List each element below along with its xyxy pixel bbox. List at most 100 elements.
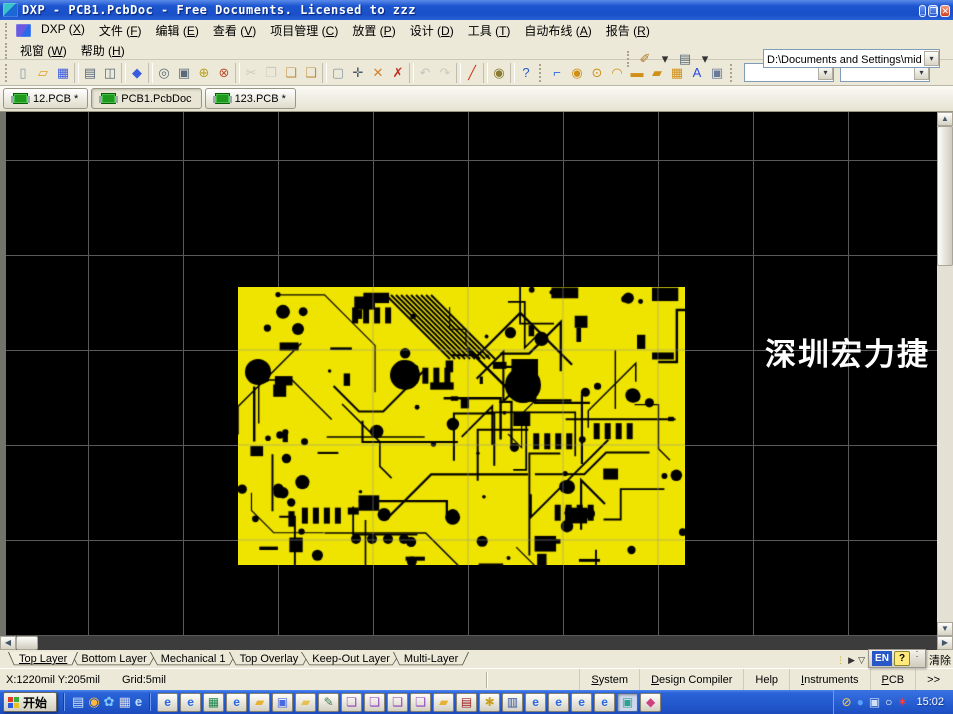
installer-window-button[interactable]: ❏ (410, 693, 431, 712)
installer-window-button[interactable]: ❏ (364, 693, 385, 712)
tools-window-button[interactable]: ✱ (479, 693, 500, 712)
internet-explorer-icon[interactable]: e (135, 693, 142, 711)
horizontal-scroll-thumb[interactable] (16, 636, 38, 650)
restore-button[interactable]: ❐ (928, 5, 938, 17)
toolbar-grip[interactable] (5, 23, 10, 39)
open-document-button[interactable]: ▱ (33, 63, 53, 83)
folder-up-window-button[interactable]: ▰ (295, 693, 316, 712)
ie-window-button[interactable]: e (594, 693, 615, 712)
document-tab[interactable]: 12.PCB * (3, 88, 88, 109)
panel-button[interactable]: Instruments (789, 669, 869, 690)
layer-tab[interactable]: Keep-Out Layer (301, 652, 401, 668)
print-button[interactable]: ▤ (80, 63, 100, 83)
zoom-area-button[interactable]: ▣ (174, 63, 194, 83)
run-icon[interactable]: ▶ (848, 652, 855, 668)
language-indicator[interactable]: EN (872, 651, 892, 666)
vertical-scroll-thumb[interactable] (937, 126, 953, 266)
interactive-wire-button[interactable]: ╱ (462, 63, 482, 83)
image-viewer-window-button[interactable]: ▣ (617, 693, 638, 712)
bulb-icon[interactable]: ○ (885, 692, 892, 712)
pad-button[interactable]: ◉ (567, 63, 587, 83)
layer-tab[interactable]: Top Layer (8, 652, 78, 668)
media-player-icon[interactable]: ◉ (88, 693, 99, 711)
paste-array-button[interactable]: ❑ (301, 63, 321, 83)
installer-window-button[interactable]: ❏ (387, 693, 408, 712)
help-button[interactable]: ? (516, 63, 536, 83)
layer-tab[interactable]: Top Overlay (229, 652, 310, 668)
ie-window-button[interactable]: e (525, 693, 546, 712)
close-button[interactable]: ✕ (940, 5, 950, 17)
dictionary-window-button[interactable]: ▤ (456, 693, 477, 712)
network-icon[interactable]: ▣ (869, 692, 880, 712)
language-help-icon[interactable]: ? (894, 651, 910, 666)
undo-button[interactable]: ↶ (415, 63, 435, 83)
panel-button[interactable]: PCB (870, 669, 916, 690)
menu-item[interactable]: 设计 (D) (403, 20, 461, 41)
print-dropdown-arrow-icon[interactable]: ▾ (695, 49, 715, 69)
filter-button[interactable]: ◉ (489, 63, 509, 83)
layers-button[interactable]: ◆ (127, 63, 147, 83)
menu-item[interactable]: 编辑 (E) (149, 20, 206, 41)
menu-item[interactable]: DXP (X) (34, 20, 92, 41)
notebook-window-button[interactable]: ▥ (502, 693, 523, 712)
media-window-button[interactable]: ◆ (640, 693, 661, 712)
menu-item[interactable]: 工具 (T) (461, 20, 518, 41)
pcb-editor-canvas[interactable]: 深圳宏力捷 (0, 112, 937, 636)
ie-window-button[interactable]: e (226, 693, 247, 712)
annotate-button[interactable]: ✐ (635, 49, 655, 69)
menu-item[interactable]: 帮助 (H) (74, 40, 132, 61)
calculator-icon[interactable]: ▦ (119, 693, 131, 711)
menu-item[interactable]: 放置 (P) (345, 20, 402, 41)
folder-window-button[interactable]: ▰ (433, 693, 454, 712)
cancel-button[interactable]: ✗ (388, 63, 408, 83)
route-button[interactable]: ⌐ (547, 63, 567, 83)
show-desktop-icon[interactable]: ▤ (72, 693, 84, 711)
menu-item[interactable]: 文件 (F) (92, 20, 149, 41)
zoom-selection-button[interactable]: ⊗ (214, 63, 234, 83)
zoom-points-button[interactable]: ⊕ (194, 63, 214, 83)
pcb-artwork[interactable] (238, 287, 685, 565)
start-button[interactable]: 开始 (3, 692, 57, 712)
minimize-button[interactable]: _ (919, 5, 926, 17)
cut-button[interactable]: ✂ (241, 63, 261, 83)
ie-window-button[interactable]: e (157, 693, 178, 712)
volume-muted-icon[interactable]: ⊘ (842, 692, 852, 712)
redo-button[interactable]: ↷ (435, 63, 455, 83)
panel-button[interactable]: Design Compiler (639, 669, 743, 690)
document-tab[interactable]: PCB1.PcbDoc (91, 88, 201, 109)
clear-selection-button[interactable]: ✕ (368, 63, 388, 83)
new-document-button[interactable]: ▯ (13, 63, 33, 83)
document-tab[interactable]: 123.PCB * (205, 88, 296, 109)
print-quick-button[interactable]: ▤ (675, 49, 695, 69)
scroll-up-icon[interactable]: ▲ (937, 112, 953, 126)
via-button[interactable]: ⊙ (587, 63, 607, 83)
menu-item[interactable]: 自动布线 (A) (517, 20, 598, 41)
image-editor-window-button[interactable]: ✎ (318, 693, 339, 712)
ie-window-button[interactable]: e (571, 693, 592, 712)
layer-tab[interactable]: Bottom Layer (70, 652, 157, 668)
mask-level-icon[interactable]: ⋮ (836, 652, 845, 668)
folder-window-button[interactable]: ▰ (249, 693, 270, 712)
paste-button[interactable]: ❏ (281, 63, 301, 83)
address-dropdown-arrow-icon[interactable]: ▾ (924, 51, 939, 66)
toolbar-grip[interactable] (627, 51, 632, 67)
print-preview-button[interactable]: ◫ (100, 63, 120, 83)
copy-button[interactable]: ❐ (261, 63, 281, 83)
scroll-left-icon[interactable]: ◀ (0, 636, 16, 650)
layer-tab[interactable]: Multi-Layer (393, 652, 469, 668)
vertical-scrollbar[interactable]: ▲ ▼ ▶ (937, 112, 953, 650)
panel-button[interactable]: System (579, 669, 639, 690)
scroll-right-icon[interactable]: ▶ (937, 636, 953, 650)
address-combobox[interactable]: D:\Documents and Settings\midea\桌面 ▾ (763, 49, 940, 68)
language-options-icon[interactable]: ⁚ (912, 651, 922, 666)
save-button[interactable]: ▦ (53, 63, 73, 83)
horizontal-scrollbar[interactable]: ◀ (0, 636, 937, 650)
excel-window-button[interactable]: ▦ (203, 693, 224, 712)
ie-window-button[interactable]: e (548, 693, 569, 712)
menu-item[interactable]: 报告 (R) (599, 20, 657, 41)
msn-icon[interactable]: ✿ (104, 693, 115, 711)
annotate-dropdown-arrow-icon[interactable]: ▾ (655, 49, 675, 69)
audio-icon[interactable]: ● (857, 692, 864, 712)
panel-button[interactable]: Help (743, 669, 789, 690)
toolbar-grip[interactable] (5, 43, 10, 59)
